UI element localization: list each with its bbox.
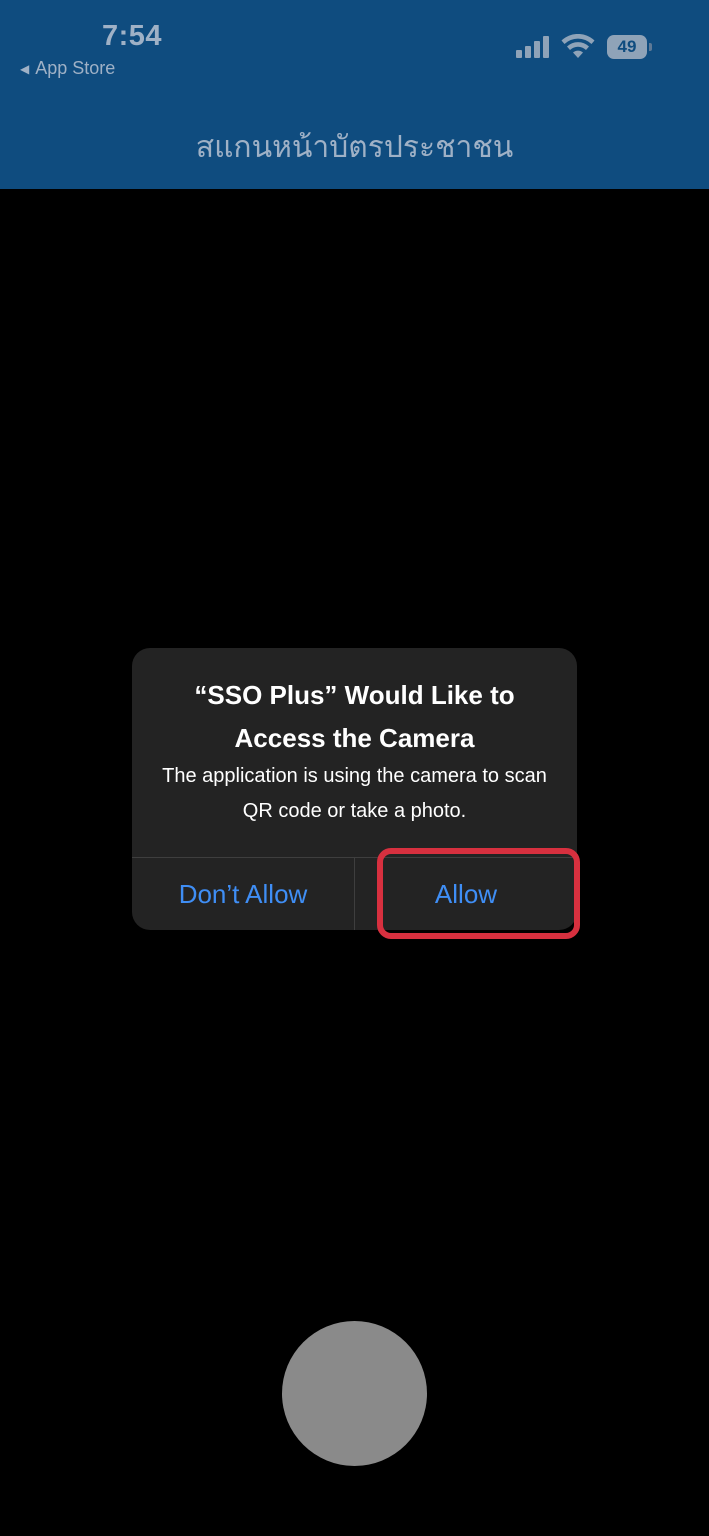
allow-button[interactable]: Allow [355,858,577,930]
cellular-signal-icon [516,36,549,58]
dialog-message: The application is using the camera to s… [162,765,547,822]
wifi-icon [561,34,595,58]
page-title: สแกนหน้าบัตรประชาชน [195,131,514,164]
dont-allow-button[interactable]: Don’t Allow [132,858,354,930]
status-time: 7:54 [102,20,163,52]
status-indicators: 49 [516,33,652,61]
back-to-app-store-link[interactable]: ◀ App Store [20,58,115,79]
dialog-title: “SSO Plus” Would Like to Access the Came… [194,680,515,753]
back-arrow-icon: ◀ [20,61,30,76]
camera-permission-dialog: “SSO Plus” Would Like to Access the Came… [132,648,577,930]
battery-level: 49 [617,37,637,56]
navigation-header: 7:54 ◀ App Store 49 สแกนหน้าบัตรประชาชน [0,0,709,189]
shutter-button[interactable] [282,1321,427,1466]
back-app-label: App Store [35,58,116,78]
battery-icon: 49 [607,35,652,59]
